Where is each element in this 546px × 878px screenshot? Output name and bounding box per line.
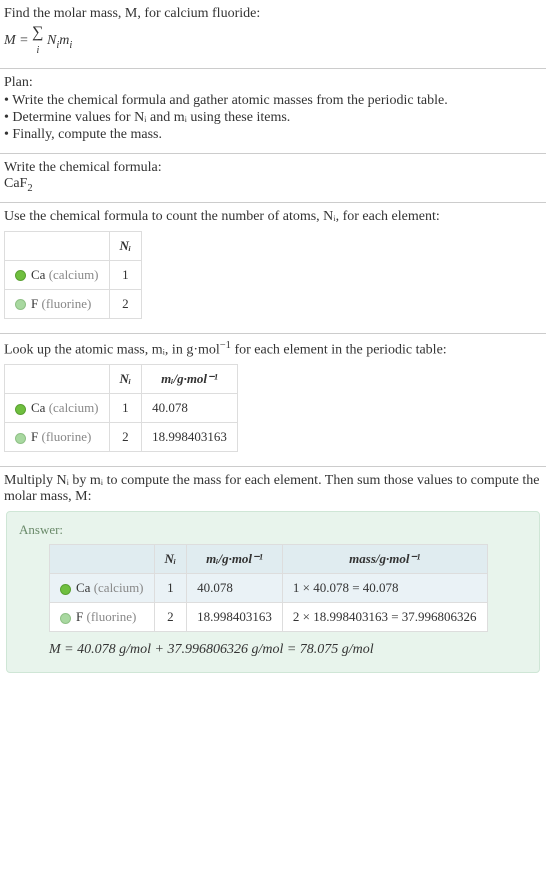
element-name: (fluorine)	[86, 609, 136, 624]
lookup-mass-label: Look up the atomic mass, mᵢ, in g·mol−1 …	[4, 340, 542, 359]
table-row: F (fluorine) 2 18.998403163 2 × 18.99840…	[50, 603, 488, 632]
plan-item: • Finally, compute the mass.	[4, 127, 542, 143]
chemical-formula-section: Write the chemical formula: CaF2	[0, 154, 546, 203]
table-header-mi: mᵢ/g·mol⁻¹	[187, 545, 283, 574]
element-symbol: F	[31, 429, 38, 444]
lookup-text-sup: −1	[220, 340, 231, 351]
answer-table: Nᵢ mᵢ/g·mol⁻¹ mass/g·mol⁻¹ Ca (calcium) …	[49, 544, 488, 632]
atomic-mass-table: Nᵢ mᵢ/g·mol⁻¹ Ca (calcium) 1 40.078 F (f…	[4, 364, 238, 452]
element-dot-icon	[15, 433, 26, 444]
element-symbol: Ca	[31, 267, 45, 282]
element-dot-icon	[60, 613, 71, 624]
element-name: (calcium)	[49, 267, 99, 282]
answer-box: Answer: Nᵢ mᵢ/g·mol⁻¹ mass/g·mol⁻¹ Ca (c…	[6, 511, 540, 673]
element-name: (fluorine)	[41, 296, 91, 311]
intro-section: Find the molar mass, M, for calcium fluo…	[0, 0, 546, 69]
plan-label: Plan:	[4, 75, 542, 91]
molar-mass-formula: M = ∑ i Nimi	[4, 24, 542, 58]
count-atoms-section: Use the chemical formula to count the nu…	[0, 203, 546, 334]
compute-section: Multiply Nᵢ by mᵢ to compute the mass fo…	[0, 467, 546, 687]
element-symbol: F	[31, 296, 38, 311]
chemical-formula-subscript: 2	[27, 183, 32, 194]
table-header-mi: mᵢ/g·mol⁻¹	[142, 365, 238, 394]
ni-value: 2	[109, 423, 142, 452]
plan-list: • Write the chemical formula and gather …	[4, 93, 542, 143]
multiply-label: Multiply Nᵢ by mᵢ to compute the mass fo…	[4, 473, 542, 505]
page-title: Find the molar mass, M, for calcium fluo…	[4, 6, 542, 22]
table-header-empty	[50, 545, 155, 574]
mi-value: 40.078	[142, 394, 238, 423]
plan-item: • Determine values for Nᵢ and mᵢ using t…	[4, 110, 542, 126]
ni-value: 1	[154, 574, 187, 603]
element-dot-icon	[15, 299, 26, 310]
mi-value: 18.998403163	[142, 423, 238, 452]
mi-value: 40.078	[187, 574, 283, 603]
ni-value: 1	[109, 394, 142, 423]
chemical-formula-main: CaF	[4, 176, 27, 191]
table-row: Ca (calcium) 1 40.078	[5, 394, 238, 423]
element-name: (calcium)	[49, 400, 99, 415]
atoms-count-table: Nᵢ Ca (calcium) 1 F (fluorine) 2	[4, 231, 142, 319]
chemical-formula-label: Write the chemical formula:	[4, 160, 542, 176]
ni-value: 2	[109, 289, 142, 318]
table-row: F (fluorine) 2	[5, 289, 142, 318]
chemical-formula: CaF2	[4, 176, 542, 194]
table-header-ni: Nᵢ	[109, 231, 142, 260]
element-dot-icon	[15, 404, 26, 415]
table-header-ni: Nᵢ	[154, 545, 187, 574]
table-header-empty	[5, 365, 110, 394]
table-header-empty	[5, 231, 110, 260]
element-symbol: Ca	[76, 580, 90, 595]
mass-value: 2 × 18.998403163 = 37.996806326	[282, 603, 487, 632]
table-header-ni: Nᵢ	[109, 365, 142, 394]
plan-section: Plan: • Write the chemical formula and g…	[0, 69, 546, 154]
count-atoms-label: Use the chemical formula to count the nu…	[4, 209, 542, 225]
answer-label: Answer:	[19, 522, 527, 538]
table-header-mass: mass/g·mol⁻¹	[282, 545, 487, 574]
element-symbol: F	[76, 609, 83, 624]
element-dot-icon	[15, 270, 26, 281]
final-result: M = 40.078 g/mol + 37.996806326 g/mol = …	[49, 642, 527, 658]
lookup-text-a: Look up the atomic mass, mᵢ, in g·mol	[4, 342, 220, 357]
mass-value: 1 × 40.078 = 40.078	[282, 574, 487, 603]
element-symbol: Ca	[31, 400, 45, 415]
lookup-text-b: for each element in the periodic table:	[231, 342, 447, 357]
table-row: Ca (calcium) 1	[5, 260, 142, 289]
table-row: F (fluorine) 2 18.998403163	[5, 423, 238, 452]
element-name: (fluorine)	[41, 429, 91, 444]
table-row: Ca (calcium) 1 40.078 1 × 40.078 = 40.07…	[50, 574, 488, 603]
element-dot-icon	[60, 584, 71, 595]
mi-value: 18.998403163	[187, 603, 283, 632]
formula-text: M	[4, 33, 16, 48]
plan-item: • Write the chemical formula and gather …	[4, 93, 542, 109]
ni-value: 2	[154, 603, 187, 632]
lookup-mass-section: Look up the atomic mass, mᵢ, in g·mol−1 …	[0, 334, 546, 468]
element-name: (calcium)	[94, 580, 144, 595]
ni-value: 1	[109, 260, 142, 289]
